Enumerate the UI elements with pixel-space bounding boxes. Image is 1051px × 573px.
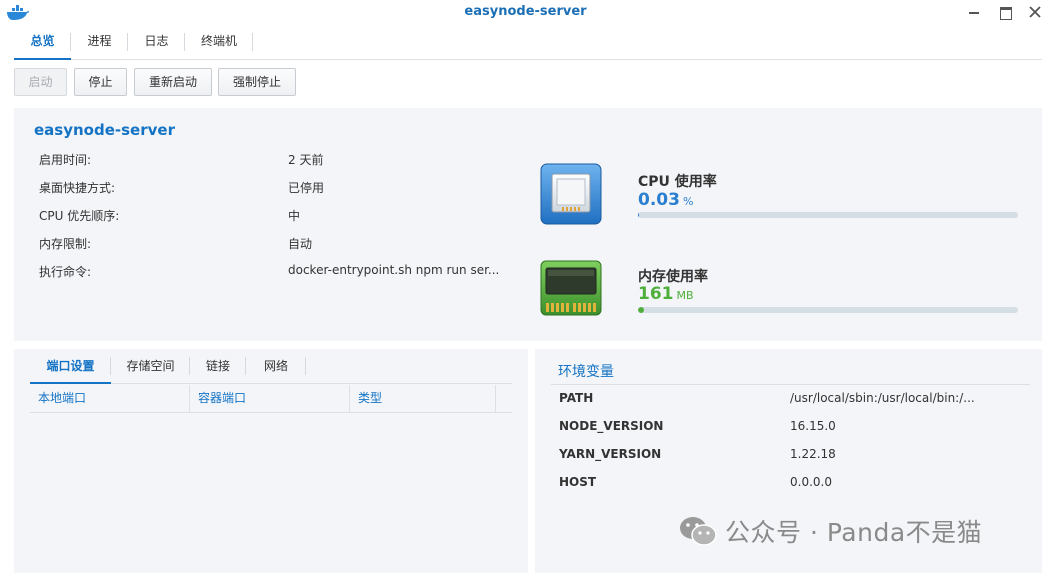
info-value-uptime: 2 天前 bbox=[288, 153, 324, 167]
info-value-cpu-priority: 中 bbox=[288, 209, 301, 223]
env-value-node-version: 16.15.0 bbox=[790, 419, 836, 433]
force-stop-button[interactable]: 强制停止 bbox=[218, 68, 296, 96]
maximize-button[interactable] bbox=[997, 4, 1013, 20]
watermark-text: 公众号 · Panda不是猫 bbox=[725, 518, 983, 547]
container-name: easynode-server bbox=[34, 121, 175, 139]
close-icon bbox=[1029, 6, 1041, 18]
start-button[interactable]: 启动 bbox=[14, 68, 67, 96]
env-value-yarn-version: 1.22.18 bbox=[790, 447, 836, 461]
env-name-host: HOST bbox=[559, 475, 597, 489]
main-tabs: 总览 进程 日志 终端机 bbox=[14, 28, 1042, 60]
minimize-button[interactable] bbox=[966, 4, 982, 20]
cpu-usage-unit: % bbox=[682, 195, 694, 208]
env-value-path: /usr/local/sbin:/usr/local/bin:/... bbox=[790, 391, 975, 405]
close-button[interactable] bbox=[1027, 4, 1043, 20]
stop-button[interactable]: 停止 bbox=[74, 68, 127, 96]
title-bar: easynode-server bbox=[0, 0, 1051, 26]
env-name-node-version: NODE_VERSION bbox=[559, 419, 664, 433]
cpu-usage-label: CPU 使用率 bbox=[638, 174, 717, 190]
memory-usage-value: 161 MB bbox=[638, 284, 694, 304]
memory-usage-label: 内存使用率 bbox=[638, 269, 708, 285]
ports-table-header: 本地端口 容器端口 类型 bbox=[30, 385, 512, 413]
cpu-usage-number: 0.03 bbox=[638, 190, 680, 210]
memory-module-icon bbox=[540, 260, 602, 316]
column-type[interactable]: 类型 bbox=[350, 385, 496, 413]
cpu-usage-bar bbox=[638, 212, 1018, 218]
column-local-port[interactable]: 本地端口 bbox=[30, 385, 190, 413]
memory-usage-number: 161 bbox=[638, 284, 674, 304]
tab-logs[interactable]: 日志 bbox=[128, 28, 185, 59]
wechat-logo-icon bbox=[680, 517, 717, 546]
env-name-path: PATH bbox=[559, 391, 594, 405]
info-label-memory-limit: 内存限制: bbox=[39, 237, 92, 251]
ports-panel: 端口设置 存储空间 链接 网络 本地端口 容器端口 类型 bbox=[14, 349, 528, 573]
info-label-command: 执行命令: bbox=[39, 265, 92, 279]
tab-overview[interactable]: 总览 bbox=[14, 28, 71, 60]
summary-panel: easynode-server 启用时间: 2 天前 桌面快捷方式: 已停用 C… bbox=[14, 108, 1042, 341]
env-value-host: 0.0.0.0 bbox=[790, 475, 832, 489]
memory-usage-bar bbox=[638, 307, 1018, 313]
info-value-command: docker-entrypoint.sh npm run ser... bbox=[288, 263, 500, 277]
info-label-cpu-priority: CPU 优先顺序: bbox=[39, 209, 120, 223]
env-panel-title: 环境变量 bbox=[558, 364, 614, 380]
env-name-yarn-version: YARN_VERSION bbox=[559, 447, 662, 461]
divider bbox=[551, 384, 1030, 385]
tab-links[interactable]: 链接 bbox=[190, 352, 246, 383]
memory-usage-unit: MB bbox=[676, 289, 694, 302]
tab-port-settings[interactable]: 端口设置 bbox=[30, 352, 111, 384]
info-value-shortcut: 已停用 bbox=[288, 181, 325, 195]
restart-button[interactable]: 重新启动 bbox=[134, 68, 212, 96]
info-label-shortcut: 桌面快捷方式: bbox=[39, 181, 116, 195]
cpu-chip-icon bbox=[540, 163, 602, 225]
window-title: easynode-server bbox=[464, 4, 587, 19]
info-label-uptime: 启用时间: bbox=[39, 153, 92, 167]
info-value-memory-limit: 自动 bbox=[288, 237, 313, 251]
ports-sub-tabs: 端口设置 存储空间 链接 网络 bbox=[30, 352, 512, 384]
tab-processes[interactable]: 进程 bbox=[71, 28, 128, 59]
tab-storage[interactable]: 存储空间 bbox=[111, 352, 190, 383]
tab-network[interactable]: 网络 bbox=[246, 352, 306, 383]
tab-terminal[interactable]: 终端机 bbox=[185, 28, 253, 59]
memory-usage-bar-fill bbox=[638, 307, 644, 313]
cpu-usage-value: 0.03% bbox=[638, 190, 693, 210]
column-container-port[interactable]: 容器端口 bbox=[190, 385, 350, 413]
